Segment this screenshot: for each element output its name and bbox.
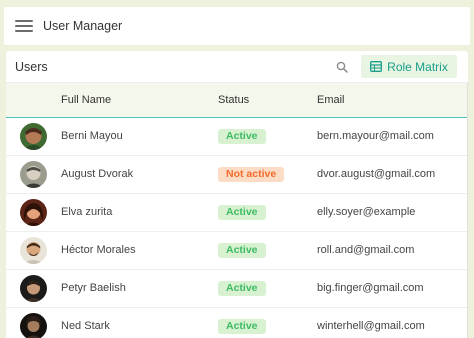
status-badge: Active [218, 129, 266, 144]
table-row[interactable]: Berni Mayou Active bern.mayour@mail.com [6, 118, 468, 156]
status-badge: Active [218, 281, 266, 296]
column-header-email[interactable]: Email [317, 94, 345, 106]
user-name: Berni Mayou [61, 130, 123, 142]
status-badge: Not active [218, 167, 285, 182]
column-header-full-name[interactable]: Full Name [61, 94, 111, 106]
column-header-status[interactable]: Status [218, 94, 249, 106]
status-badge: Active [218, 205, 266, 220]
avatar [20, 237, 47, 264]
user-name: Héctor Morales [61, 244, 136, 256]
scrollbar-track[interactable] [467, 82, 468, 338]
table-row[interactable]: Elva zurita Active elly.soyer@example [6, 194, 468, 232]
table-row[interactable]: August Dvorak Not active dvor.august@gma… [6, 156, 468, 194]
avatar [20, 275, 47, 302]
avatar [20, 123, 47, 150]
table-icon [370, 61, 383, 72]
user-email: dvor.august@gmail.com [317, 168, 436, 180]
user-email: bern.mayour@mail.com [317, 130, 434, 142]
user-name: August Dvorak [61, 168, 134, 180]
table-header: Full Name Status Email [6, 83, 468, 118]
user-email: roll.and@gmail.com [317, 244, 415, 256]
user-name: Petyr Baelish [61, 282, 126, 294]
app-title: User Manager [43, 19, 123, 33]
panel-toolbar: Users Role Matrix [6, 51, 468, 83]
table-row[interactable]: Ned Stark Active winterhell@gmail.com [6, 308, 468, 338]
panel-title: Users [15, 59, 48, 74]
user-email: elly.soyer@example [317, 206, 416, 218]
users-panel: Users Role Matrix Full Name Status Email [6, 51, 468, 338]
app-header: User Manager [4, 7, 470, 45]
status-badge: Active [218, 319, 266, 334]
avatar [20, 199, 47, 226]
avatar [20, 313, 47, 338]
user-email: winterhell@gmail.com [317, 320, 425, 332]
table-row[interactable]: Petyr Baelish Active big.finger@gmail.co… [6, 270, 468, 308]
user-name: Elva zurita [61, 206, 113, 218]
user-email: big.finger@gmail.com [317, 282, 424, 294]
status-badge: Active [218, 243, 266, 258]
table-row[interactable]: Héctor Morales Active roll.and@gmail.com [6, 232, 468, 270]
role-matrix-button[interactable]: Role Matrix [361, 55, 457, 78]
role-matrix-label: Role Matrix [387, 59, 448, 74]
table-body: Berni Mayou Active bern.mayour@mail.com … [6, 118, 468, 338]
search-icon[interactable] [331, 56, 353, 78]
user-name: Ned Stark [61, 320, 110, 332]
avatar [20, 161, 47, 188]
menu-icon[interactable] [15, 19, 33, 33]
